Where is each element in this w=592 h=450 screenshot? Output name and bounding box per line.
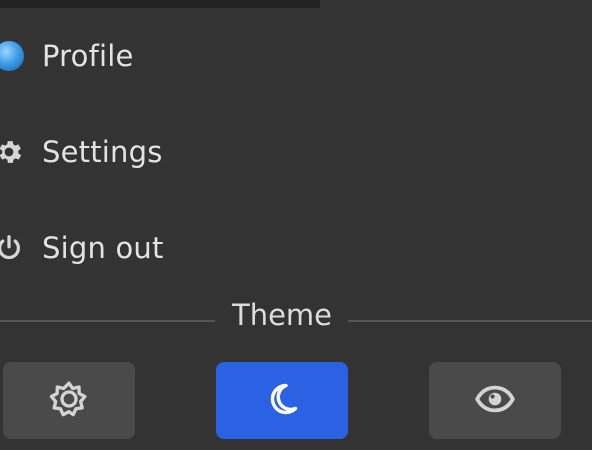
theme-light-button[interactable] — [3, 362, 135, 439]
theme-dark-button[interactable] — [216, 362, 348, 439]
menu-item-profile[interactable]: Profile — [0, 28, 592, 84]
avatar — [0, 41, 24, 71]
moon-icon — [263, 380, 301, 422]
gear-icon — [0, 137, 24, 167]
menu-item-settings[interactable]: Settings — [0, 124, 592, 180]
top-divider-strip — [0, 0, 320, 8]
menu-item-sign-out[interactable]: Sign out — [0, 220, 592, 276]
divider-line — [348, 320, 592, 322]
menu-item-label: Settings — [42, 135, 163, 169]
sun-icon — [49, 379, 89, 423]
divider-line — [0, 320, 215, 322]
theme-section-header: Theme — [0, 298, 592, 338]
power-icon — [0, 233, 24, 263]
theme-contrast-button[interactable] — [429, 362, 561, 439]
menu-item-label: Sign out — [42, 231, 164, 265]
menu-item-label: Profile — [42, 39, 134, 73]
eye-icon — [474, 378, 516, 424]
theme-label: Theme — [232, 298, 333, 332]
account-menu-panel: Profile Settings Sign out Theme — [0, 0, 592, 450]
